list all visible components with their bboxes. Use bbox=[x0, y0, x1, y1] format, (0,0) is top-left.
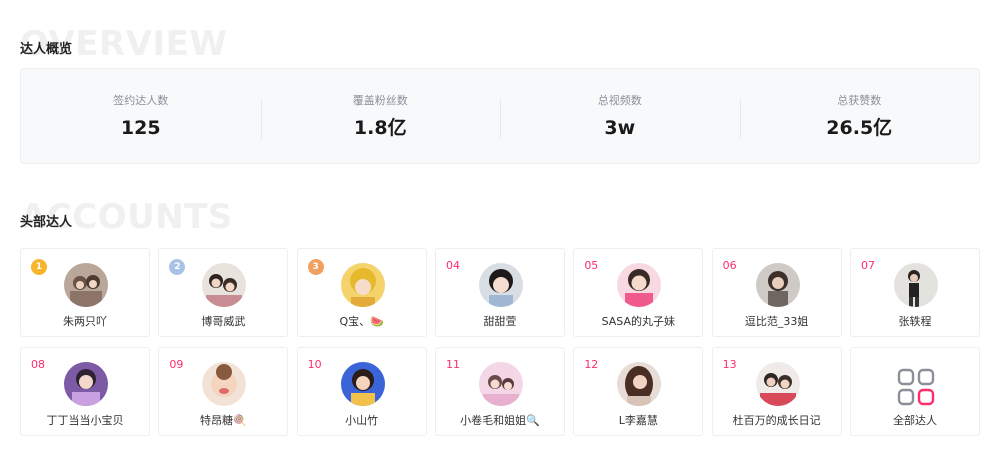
creator-name: L李嘉慧 bbox=[618, 414, 658, 427]
creator-name: 甜甜萱 bbox=[483, 315, 517, 328]
creator-name: 特昂糖🍭 bbox=[199, 414, 247, 427]
creator-card[interactable]: 1 朱两只吖 bbox=[20, 248, 150, 337]
accounts-title: 头部达人 bbox=[20, 215, 73, 230]
rank-number: 09 bbox=[169, 358, 184, 371]
creator-card[interactable]: 04 甜甜萱 bbox=[434, 248, 565, 337]
accounts-grid: 1 朱两只吖 2 博哥威武 3 Q宝、🍉 04 甜甜萱 05 SASA的丸子妹 … bbox=[20, 248, 980, 436]
avatar bbox=[340, 362, 385, 406]
stat-signed-creators: 签约达人数 125 bbox=[21, 93, 261, 139]
avatar bbox=[478, 362, 523, 406]
creator-name: 小山竹 bbox=[345, 414, 379, 427]
overview-title: 达人概览 bbox=[20, 42, 73, 57]
stat-label: 签约达人数 bbox=[113, 94, 169, 107]
avatar bbox=[340, 263, 385, 307]
stat-label: 总获赞数 bbox=[837, 94, 882, 107]
avatar bbox=[202, 362, 247, 406]
creator-name: SASA的丸子妹 bbox=[601, 315, 676, 328]
rank-number: 05 bbox=[584, 259, 599, 272]
stat-value: 125 bbox=[120, 117, 161, 139]
grid-icon bbox=[897, 368, 935, 406]
silver-medal-icon: 2 bbox=[169, 259, 186, 275]
creator-card[interactable]: 2 博哥威武 bbox=[158, 248, 289, 337]
rank-number: 10 bbox=[307, 358, 322, 371]
avatar bbox=[893, 263, 938, 307]
creator-card[interactable]: 07 张轶程 bbox=[849, 248, 980, 337]
all-creators-button[interactable]: 全部达人 bbox=[849, 347, 980, 436]
creator-card[interactable]: 11 小卷毛和姐姐🔍 bbox=[434, 347, 565, 436]
creator-card[interactable]: 13 杜百万的成长日记 bbox=[711, 347, 842, 436]
creator-card[interactable]: 3 Q宝、🍉 bbox=[296, 248, 427, 337]
rank-number: 07 bbox=[860, 259, 875, 272]
all-creators-label: 全部达人 bbox=[892, 414, 937, 427]
stat-label: 覆盖粉丝数 bbox=[352, 94, 408, 107]
avatar bbox=[755, 362, 800, 406]
creator-card[interactable]: 12 L李嘉慧 bbox=[573, 347, 704, 436]
creator-name: 朱两只吖 bbox=[63, 315, 107, 328]
creator-name: 博哥威武 bbox=[201, 315, 246, 328]
avatar bbox=[64, 362, 108, 406]
bronze-medal-icon: 3 bbox=[307, 259, 324, 275]
avatar bbox=[617, 263, 662, 307]
creator-name: 杜百万的成长日记 bbox=[732, 414, 821, 427]
rank-number: 08 bbox=[31, 358, 45, 371]
overview-stats-panel: 签约达人数 125 覆盖粉丝数 1.8亿 总视频数 3w 总获赞数 26.5亿 bbox=[20, 68, 980, 164]
stat-value: 1.8亿 bbox=[353, 117, 407, 139]
rank-number: 04 bbox=[445, 259, 460, 272]
avatar bbox=[617, 362, 662, 406]
rank-number: 13 bbox=[722, 358, 737, 371]
stat-likes: 总获赞数 26.5亿 bbox=[739, 93, 980, 139]
avatar bbox=[478, 263, 523, 307]
creator-name: 小卷毛和姐姐🔍 bbox=[460, 414, 540, 427]
creator-card[interactable]: 05 SASA的丸子妹 bbox=[573, 248, 704, 337]
avatar bbox=[64, 263, 108, 307]
rank-number: 06 bbox=[722, 259, 737, 272]
stat-value: 26.5亿 bbox=[826, 117, 893, 139]
creator-name: 丁丁当当小宝贝 bbox=[46, 414, 124, 427]
creator-card[interactable]: 06 逗比范_33姐 bbox=[711, 248, 842, 337]
stat-videos: 总视频数 3w bbox=[500, 93, 740, 139]
rank-number: 12 bbox=[584, 358, 599, 371]
creator-card[interactable]: 09 特昂糖🍭 bbox=[158, 347, 289, 436]
stat-value: 3w bbox=[604, 117, 636, 139]
avatar bbox=[202, 263, 247, 307]
stat-label: 总视频数 bbox=[597, 94, 642, 107]
gold-medal-icon: 1 bbox=[31, 259, 47, 275]
creator-name: Q宝、🍉 bbox=[339, 315, 384, 328]
creator-name: 张轶程 bbox=[898, 315, 932, 328]
creator-card[interactable]: 10 小山竹 bbox=[296, 347, 427, 436]
stat-followers: 覆盖粉丝数 1.8亿 bbox=[260, 93, 501, 139]
rank-number: 11 bbox=[445, 358, 460, 371]
avatar bbox=[755, 263, 800, 307]
creator-card[interactable]: 08 丁丁当当小宝贝 bbox=[20, 347, 150, 436]
creator-name: 逗比范_33姐 bbox=[744, 315, 809, 328]
